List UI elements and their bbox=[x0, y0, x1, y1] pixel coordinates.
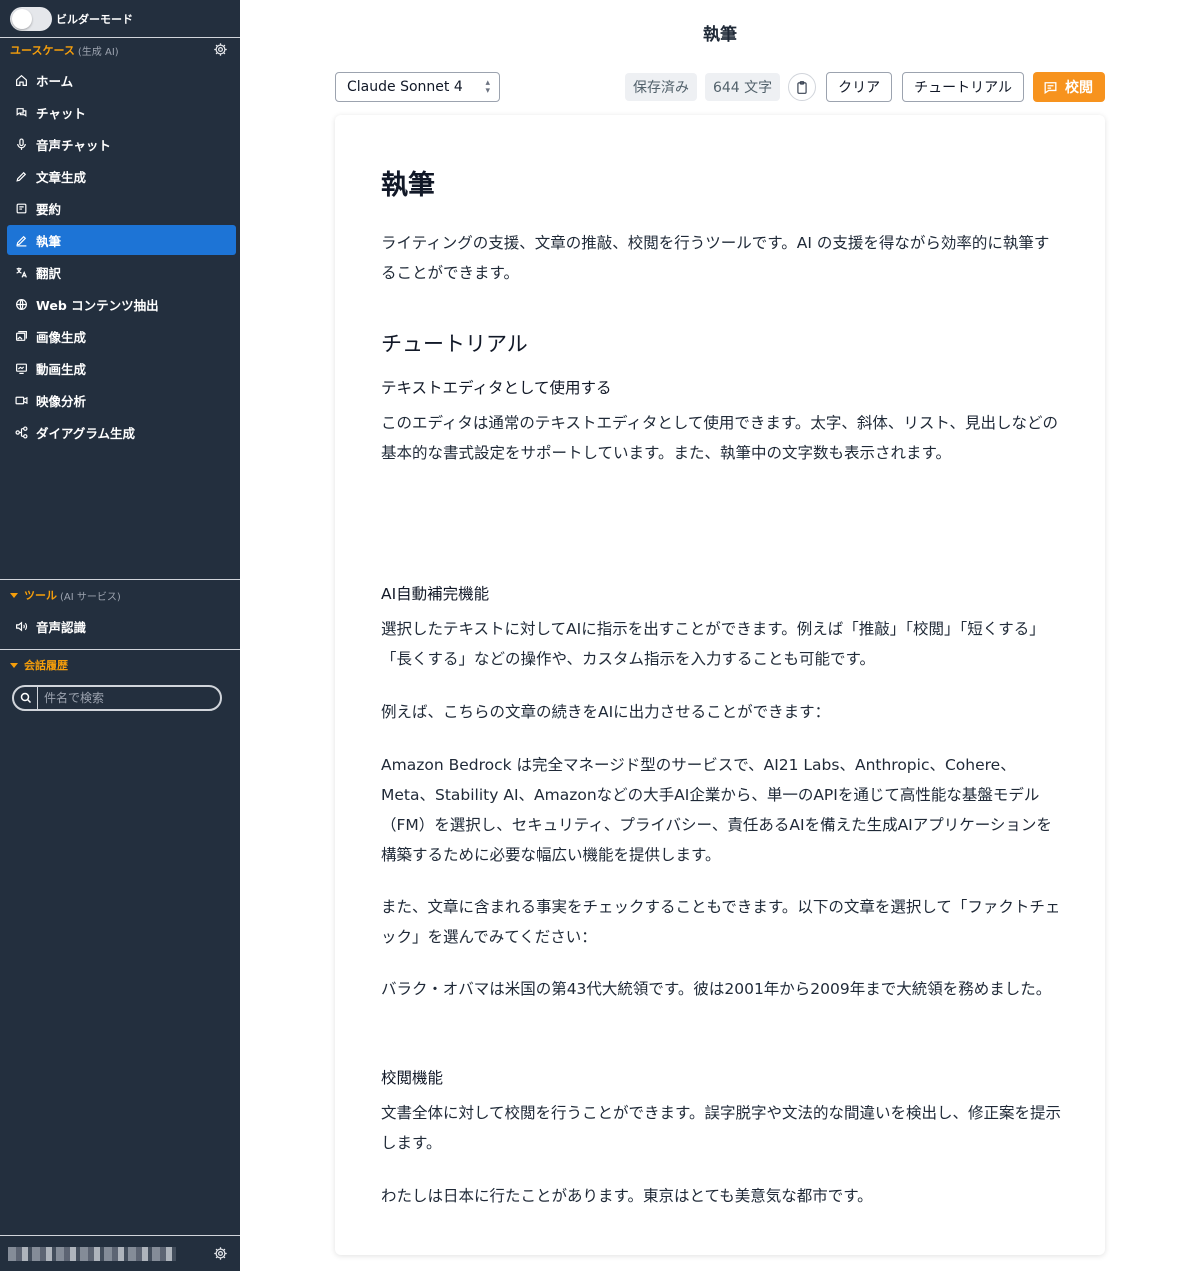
tools-section-header[interactable]: ツール (AI サービス) bbox=[0, 583, 240, 607]
sidebar-item-video-analysis[interactable]: 映像分析 bbox=[7, 385, 236, 415]
camera-icon bbox=[15, 396, 28, 404]
sidebar-item-summary[interactable]: 要約 bbox=[7, 193, 236, 223]
sidebar-item-label: ダイアグラム生成 bbox=[36, 425, 136, 441]
clear-button[interactable]: クリア bbox=[826, 72, 893, 102]
sidebar-item-translation[interactable]: 翻訳 bbox=[7, 257, 236, 287]
copy-button[interactable] bbox=[788, 73, 817, 101]
globe-icon bbox=[16, 298, 27, 310]
text-editor[interactable]: 執筆 ライティングの支援、文章の推敲、校閲を行うツールです。AI の支援を得なが… bbox=[335, 115, 1105, 1255]
microphone-icon bbox=[17, 137, 26, 150]
editor-heading-tutorial: チュートリアル bbox=[381, 332, 528, 356]
sidebar-item-label: Web コンテンツ抽出 bbox=[36, 297, 159, 313]
tools-section: ツール (AI サービス) 音声認識 bbox=[0, 583, 240, 643]
sidebar-item-writing[interactable]: 執筆 bbox=[7, 225, 236, 255]
search-icon bbox=[14, 687, 38, 709]
pencil-icon bbox=[16, 171, 27, 182]
editor-paragraph-proofread: 文書全体に対して校閲を行うことができます。誤字脱字や文法的な間違いを検出し、修正… bbox=[381, 1104, 1061, 1152]
chat-icon bbox=[16, 107, 27, 117]
video-icon bbox=[16, 363, 27, 374]
writing-icon bbox=[16, 235, 27, 247]
tools-section-title: ツール bbox=[24, 589, 57, 602]
editor-paragraph-intro: ライティングの支援、文章の推敲、校閲を行うツールです。AI の支援を得ながら効率… bbox=[381, 234, 1050, 282]
sidebar-item-label: ホーム bbox=[36, 73, 74, 89]
gear-icon[interactable] bbox=[213, 42, 228, 57]
tools-nav: 音声認識 bbox=[0, 611, 240, 641]
editor-paragraph-factcheck: また、文章に含まれる事実をチェックすることもできます。以下の文章を選択して「ファ… bbox=[381, 898, 1061, 946]
sidebar-divider bbox=[0, 649, 240, 650]
builder-mode-label: ビルダーモード bbox=[56, 12, 133, 26]
sidebar-item-label: 音声チャット bbox=[36, 137, 111, 153]
sidebar-item-label: 翻訳 bbox=[36, 265, 62, 281]
history-section: 会話履歴 bbox=[0, 653, 240, 711]
chevron-up-down-icon: ▴ ▾ bbox=[485, 78, 490, 96]
proofread-button[interactable]: 校閲 bbox=[1033, 72, 1105, 102]
editor-heading-1: 執筆 bbox=[381, 170, 435, 201]
sidebar-item-chat[interactable]: チャット bbox=[7, 97, 236, 127]
history-search bbox=[12, 685, 222, 711]
sidebar-divider bbox=[0, 579, 240, 580]
sidebar-item-label: 執筆 bbox=[36, 233, 62, 249]
history-search-input[interactable] bbox=[38, 691, 208, 705]
sidebar-item-voice-chat[interactable]: 音声チャット bbox=[7, 129, 236, 159]
history-section-title: 会話履歴 bbox=[24, 659, 68, 672]
caret-down-icon bbox=[10, 662, 18, 668]
editor-paragraph-obama: バラク・オバマは米国の第43代大統領です。彼は2001年から2009年まで大統領… bbox=[381, 980, 1052, 998]
sidebar-item-label: 音声認識 bbox=[36, 619, 87, 635]
editor-heading-text-editor: テキストエディタとして使用する bbox=[381, 379, 612, 397]
sidebar-item-label: 映像分析 bbox=[36, 393, 87, 409]
caret-down-icon bbox=[10, 592, 18, 598]
editor-paragraph-japan: わたしは日本に行たことがあります。東京はとても美意気な都市です。 bbox=[381, 1187, 873, 1205]
sidebar-item-text-generation[interactable]: 文章生成 bbox=[7, 161, 236, 191]
sidebar-item-label: チャット bbox=[36, 105, 86, 121]
sidebar-item-label: 要約 bbox=[36, 201, 62, 217]
model-select[interactable]: Claude Sonnet 4 ▴ ▾ bbox=[335, 72, 500, 102]
sidebar-item-speech-recognition[interactable]: 音声認識 bbox=[7, 611, 236, 641]
user-account-redacted bbox=[8, 1246, 176, 1261]
saved-status-badge: 保存済み bbox=[624, 73, 697, 101]
editor-paragraph-example: 例えば、こちらの文章の続きをAIに出力させることができます： bbox=[381, 703, 831, 721]
toolbar-actions: 保存済み 644 文字 クリア チュートリアル 校閲 bbox=[617, 72, 1105, 102]
editor-heading-proofread: 校閲機能 bbox=[381, 1069, 444, 1087]
proofread-button-label: 校閲 bbox=[1065, 80, 1093, 96]
sidebar-item-image-generation[interactable]: 画像生成 bbox=[7, 321, 236, 351]
model-select-value: Claude Sonnet 4 bbox=[347, 79, 463, 95]
char-count-badge: 644 文字 bbox=[704, 73, 781, 101]
sidebar-item-video-generation[interactable]: 動画生成 bbox=[7, 353, 236, 383]
comment-icon bbox=[1044, 81, 1057, 94]
history-section-header[interactable]: 会話履歴 bbox=[0, 653, 240, 677]
speaker-icon bbox=[16, 620, 28, 632]
editor-toolbar: Claude Sonnet 4 ▴ ▾ 保存済み 644 文字 クリア チュートリ… bbox=[335, 72, 1105, 102]
summary-icon bbox=[16, 203, 27, 213]
sidebar-item-label: 文章生成 bbox=[36, 169, 87, 185]
editor-heading-autocomplete: AI自動補完機能 bbox=[381, 585, 490, 603]
editor-paragraph-autocomplete: 選択したテキストに対してAIに指示を出すことができます。例えば「推敲」「校閲」「… bbox=[381, 620, 1045, 668]
translate-icon bbox=[16, 267, 27, 278]
sidebar: ビルダーモード ユースケース (生成 AI) ホーム チャット 音声チャット 文… bbox=[0, 0, 240, 1271]
usecase-section-header: ユースケース (生成 AI) bbox=[0, 38, 240, 62]
diagram-icon bbox=[15, 425, 28, 439]
builder-mode-row: ビルダーモード bbox=[0, 0, 240, 38]
sidebar-footer bbox=[0, 1235, 240, 1271]
sidebar-item-label: 画像生成 bbox=[36, 329, 87, 345]
clipboard-icon bbox=[797, 80, 807, 94]
sidebar-item-web-extract[interactable]: Web コンテンツ抽出 bbox=[7, 289, 236, 319]
builder-mode-toggle[interactable] bbox=[10, 6, 52, 31]
sidebar-item-home[interactable]: ホーム bbox=[7, 65, 236, 95]
editor-paragraph-text-editor: このエディタは通常のテキストエディタとして使用できます。太字、斜体、リスト、見出… bbox=[381, 414, 1059, 462]
tutorial-button[interactable]: チュートリアル bbox=[902, 72, 1024, 102]
sidebar-item-diagram-generation[interactable]: ダイアグラム生成 bbox=[7, 417, 236, 447]
gear-icon[interactable] bbox=[213, 1246, 228, 1261]
image-icon bbox=[16, 330, 27, 341]
page-title: 執筆 bbox=[703, 25, 737, 45]
usecase-nav: ホーム チャット 音声チャット 文章生成 要約 執筆 翻訳 Web コンテンツ抽… bbox=[0, 65, 240, 447]
usecase-section-subtitle: (生成 AI) bbox=[77, 46, 119, 58]
tools-section-subtitle: (AI サービス) bbox=[60, 591, 121, 603]
home-icon bbox=[16, 74, 27, 86]
sidebar-item-label: 動画生成 bbox=[36, 361, 87, 377]
usecase-section-title: ユースケース bbox=[10, 44, 75, 57]
editor-paragraph-bedrock: Amazon Bedrock は完全マネージド型のサービスで、AI21 Labs… bbox=[381, 756, 1052, 864]
